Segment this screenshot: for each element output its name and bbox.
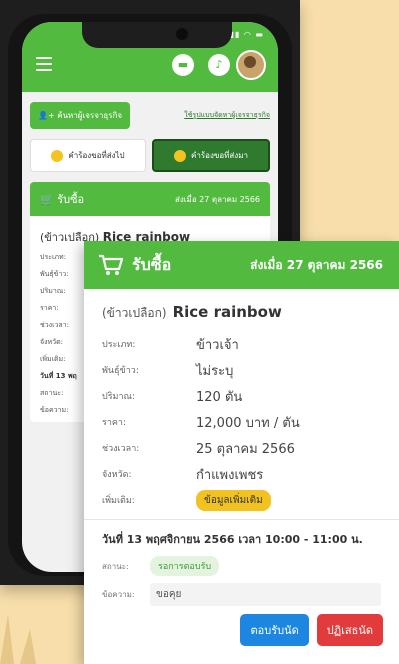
- variety-label: พันธุ์ข้าว:: [102, 366, 139, 376]
- period-value: 25 ตุลาคม 2566: [196, 441, 295, 457]
- camera-icon: [176, 28, 188, 40]
- card-title: รับซื้อ: [132, 254, 172, 274]
- request-date: ส่งเมื่อ 27 ตุลาคม 2566: [250, 257, 383, 272]
- type-value: ข้าวเจ้า: [196, 337, 239, 353]
- status-badge: รอการตอบรับ: [150, 556, 220, 576]
- province-label: จังหวัด:: [102, 470, 132, 480]
- request-date: ส่งเมื่อ 27 ตุลาคม 2566: [175, 194, 260, 204]
- sent-icon: [51, 149, 64, 162]
- cart-icon: 🛒 รับซื้อ: [40, 193, 85, 206]
- extra-info-badge[interactable]: ข้อมูลเพิ่มเติม: [196, 489, 271, 511]
- menu-icon[interactable]: [36, 57, 52, 75]
- bell-icon[interactable]: ♪: [208, 54, 230, 76]
- message-label: ข้อความ:: [102, 589, 135, 599]
- cart-icon: [99, 254, 124, 275]
- extra-label: เพิ่มเติม:: [102, 496, 135, 506]
- price-label: ราคา:: [102, 418, 126, 428]
- tab-sent-requests[interactable]: คำร้องขอที่ส่งไป: [30, 139, 146, 172]
- variety-value: ไม่ระบุ: [196, 363, 234, 379]
- quantity-value: 120 ตัน: [196, 389, 243, 405]
- period-label: ช่วงเวลา:: [102, 444, 140, 454]
- quantity-label: ปริมาณ:: [102, 392, 135, 402]
- card-header: รับซื้อ ส่งเมื่อ 27 ตุลาคม 2566: [84, 241, 399, 289]
- chat-icon[interactable]: ▬: [172, 54, 194, 76]
- province-value: กำแพงเพชร: [196, 467, 264, 483]
- tab-received-requests[interactable]: คำร้องขอที่ส่งมา: [152, 139, 270, 172]
- find-negotiator-button[interactable]: 👤+ ค้นหาผู้เจรจาธุรกิจ: [30, 102, 131, 129]
- message-value: ขอคุย: [150, 582, 381, 606]
- status-label: สถานะ:: [102, 561, 129, 571]
- negotiation-format-link[interactable]: ใช้รูปแบบจัดหาผู้เจรจาธุรกิจ: [184, 110, 270, 121]
- phone-notch: [82, 22, 232, 48]
- type-label: ประเภท:: [102, 340, 136, 350]
- avatar[interactable]: [236, 50, 266, 80]
- product-name: Rice rainbow: [172, 303, 282, 321]
- request-detail-card: รับซื้อ ส่งเมื่อ 27 ตุลาคม 2566 (ข้าวเปล…: [84, 241, 399, 664]
- reject-button[interactable]: ปฏิเสธนัด: [316, 614, 383, 646]
- accept-button[interactable]: ตอบรับนัด: [240, 614, 309, 646]
- product-type: (ข้าวเปลือก): [102, 306, 167, 320]
- received-icon: [174, 149, 187, 162]
- status-bar-icons: ▮▮ ◠ ▬: [229, 30, 264, 39]
- meeting-slot: วันที่ 13 พฤศจิกายน 2566 เวลา 10:00 - 11…: [102, 533, 363, 546]
- price-value: 12,000 บาท / ตัน: [196, 415, 300, 431]
